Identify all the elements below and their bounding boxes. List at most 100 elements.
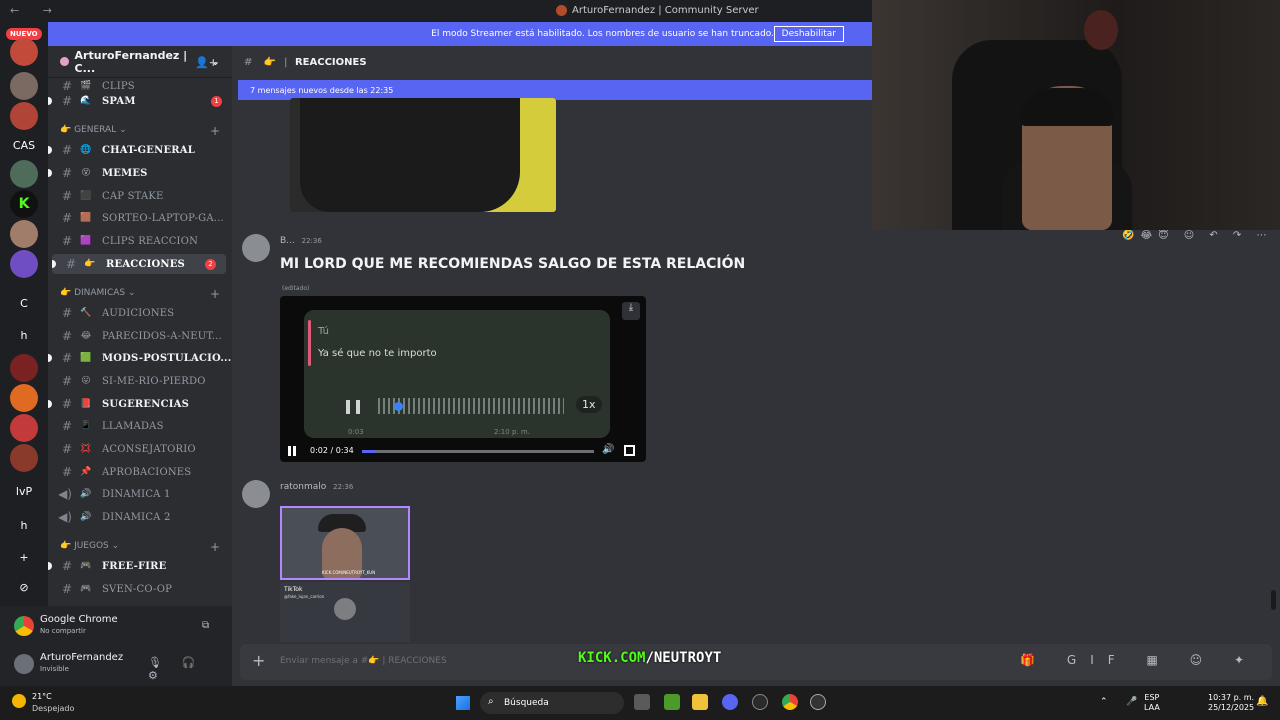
scrollbar[interactable] (1271, 590, 1276, 610)
nav-arrows-icon[interactable]: ← → (10, 4, 62, 17)
sidebar-item-sugerencias[interactable]: # 📕 SUGERENCIAS (48, 394, 232, 414)
video-progress-track[interactable] (362, 450, 594, 453)
activity-app-status: No compartir (40, 627, 86, 635)
add-attachment-button[interactable]: + (252, 651, 265, 670)
add-channel-icon[interactable]: + (210, 124, 220, 138)
sidebar-item-sorteo-laptop-ga[interactable]: # 🟫 SORTEO-LAPTOP-GA... (48, 208, 232, 228)
invite-user-icon[interactable]: 👤+ (195, 56, 218, 69)
weather-description: Despejado (32, 704, 75, 713)
author-name[interactable]: ratonmalo (280, 482, 326, 492)
server-icon[interactable] (10, 354, 38, 382)
attachment-video[interactable]: TikTok @fake_lujan_carrion (280, 582, 410, 642)
server-icon[interactable]: h (10, 322, 38, 350)
sidebar-item-mods-postulacio[interactable]: # 🟩 MODS-POSTULACIO... (48, 348, 232, 368)
fullscreen-icon[interactable] (624, 445, 635, 456)
channel-emoji: 🎮 (80, 561, 92, 571)
guild-header[interactable]: ArturoFernandez | C... ⌄ 👤+ (48, 46, 232, 78)
language-indicator[interactable]: ESP LAA (1144, 693, 1160, 713)
server-icon[interactable] (10, 102, 38, 130)
app-avatar-icon (556, 5, 567, 16)
sidebar-item-sven-co-op[interactable]: # 🎮 SVEN-CO-OP (48, 579, 232, 599)
file-explorer-icon[interactable] (692, 694, 708, 710)
sidebar-item-spam[interactable]: # 🌊 SPAM 1 (48, 91, 232, 111)
sidebar-item-label: SVEN-CO-OP (102, 583, 173, 595)
disable-streamer-button[interactable]: Deshabilitar (773, 26, 844, 42)
author-name[interactable]: B... (280, 236, 295, 246)
play-icon[interactable] (334, 598, 356, 620)
activity-row[interactable]: Google Chrome No compartir (40, 614, 118, 635)
chrome-icon (14, 616, 34, 636)
sidebar-item-dinamica-2[interactable]: ◀) 🔊 DINAMICA 2 (48, 507, 232, 527)
sidebar-item-aconsejatorio[interactable]: # 💢 ACONSEJATORIO (48, 439, 232, 459)
message-author[interactable]: ratonmalo 22:36 (280, 482, 353, 492)
channel-emoji: 🟫 (80, 213, 92, 223)
user-controls-icons[interactable]: 🎙 🎧 ⚙ (148, 656, 232, 682)
sidebar-item-aprobaciones[interactable]: # 📌 APROBACIONES (48, 462, 232, 482)
avatar[interactable] (242, 480, 270, 508)
download-icon[interactable]: ⤓ (622, 302, 640, 320)
avatar[interactable] (14, 654, 34, 674)
server-icon[interactable] (10, 414, 38, 442)
discord-icon[interactable] (722, 694, 738, 710)
server-icon[interactable] (10, 250, 38, 278)
message-composer[interactable]: + Enviar mensaje a #👉 | REACCIONES 🎁 GIF… (240, 644, 1272, 680)
clock[interactable]: 10:37 p. m. 25/12/2025 (1208, 693, 1254, 713)
chat-bubble: Tú Ya sé que no te importo 1x 0:03 2:10 … (304, 310, 610, 438)
channel-category[interactable]: 👉 DINAMICAS ⌄ + (60, 287, 220, 301)
channel-category[interactable]: 👉 JUEGOS ⌄ + (60, 540, 220, 554)
chrome-icon[interactable] (782, 694, 798, 710)
server-icon[interactable]: ⊘ (10, 574, 38, 602)
video-player[interactable]: Tú Ya sé que no te importo 1x 0:03 2:10 … (280, 296, 646, 462)
taskbar-search[interactable]: ⌕ Búsqueda (480, 692, 624, 714)
add-channel-icon[interactable]: + (210, 287, 220, 301)
message-author[interactable]: B... 22:36 (280, 236, 322, 246)
server-icon[interactable] (10, 72, 38, 100)
sidebar-item-audiciones[interactable]: # 🔨 AUDICIONES (48, 303, 232, 323)
sidebar-item-reacciones[interactable]: # 👉 REACCIONES 2 (52, 254, 226, 274)
avatar[interactable] (242, 234, 270, 262)
server-icon[interactable]: h (10, 512, 38, 540)
sidebar-item-llamadas[interactable]: # 📱 LLAMADAS (48, 416, 232, 436)
server-icon[interactable]: C (10, 290, 38, 318)
server-icon[interactable]: lvP (10, 478, 38, 506)
channel-category[interactable]: 👉 GENERAL ⌄ + (60, 124, 220, 138)
minecraft-icon[interactable] (664, 694, 680, 710)
server-icon[interactable]: CAS (10, 132, 38, 160)
message-input[interactable]: Enviar mensaje a #👉 | REACCIONES (280, 656, 447, 666)
server-icon[interactable]: K (10, 190, 38, 218)
channel-emoji: 😵 (81, 168, 91, 178)
volume-icon[interactable]: 🔊 (602, 444, 614, 455)
sidebar-item-parecidos-a-neut[interactable]: # 😂 PARECIDOS-A-NEUT... (48, 326, 232, 346)
windows-start-icon[interactable] (456, 696, 470, 710)
user-panel: Google Chrome No compartir ⧉ ArturoFerna… (0, 606, 232, 686)
add-channel-icon[interactable]: + (210, 540, 220, 554)
attachment-image[interactable] (290, 98, 556, 212)
sidebar-item-chat-general[interactable]: # 🌐 CHAT-GENERAL (48, 140, 232, 160)
sidebar-item-free-fire[interactable]: # 🎮 FREE-FIRE (48, 556, 232, 576)
sidebar-item-memes[interactable]: # 😵 MEMES (48, 163, 232, 183)
server-icon[interactable] (10, 160, 38, 188)
sidebar-item-cap-stake[interactable]: # ⬛ CAP STAKE (48, 186, 232, 206)
sidebar-item-dinamica-1[interactable]: ◀) 🔊 DINAMICA 1 (48, 484, 232, 504)
attachment-image[interactable]: KICK.COM/NEUTROYT_KUN (280, 506, 410, 580)
pause-button[interactable] (288, 446, 296, 456)
user-info[interactable]: ArturoFernandez Invisible (40, 652, 123, 673)
obs-icon[interactable] (752, 694, 768, 710)
sidebar-item-clips-reaccion[interactable]: # 🟪 CLIPS REACCION (48, 231, 232, 251)
composer-tools[interactable]: 🎁 GIF ▦ ☺ ✦ (1020, 653, 1258, 667)
server-icon[interactable] (10, 220, 38, 248)
server-icon[interactable] (10, 384, 38, 412)
server-icon[interactable] (10, 444, 38, 472)
new-messages-bar[interactable]: 7 mensajes nuevos desde las 22:35 (238, 80, 872, 100)
media-player-icon[interactable] (810, 694, 826, 710)
message-hover-toolbar[interactable]: 🤣😂😇 ☺ ↶ ↷ ⋯ (1122, 230, 1272, 241)
notification-bell-icon[interactable]: 🔔 (1256, 696, 1268, 707)
task-view-icon[interactable] (634, 694, 650, 710)
server-icon[interactable] (10, 38, 38, 66)
system-tray[interactable]: ⌃ 🎤 (1100, 697, 1146, 707)
channel-emoji: 🎮 (80, 584, 92, 594)
server-icon[interactable]: + (10, 544, 38, 572)
screen-share-icon[interactable]: ⧉ (202, 620, 209, 631)
channel-emoji: 📱 (80, 421, 92, 431)
sidebar-item-si-me-rio-pierdo[interactable]: # 😛 SI-ME-RIO-PIERDO (48, 371, 232, 391)
